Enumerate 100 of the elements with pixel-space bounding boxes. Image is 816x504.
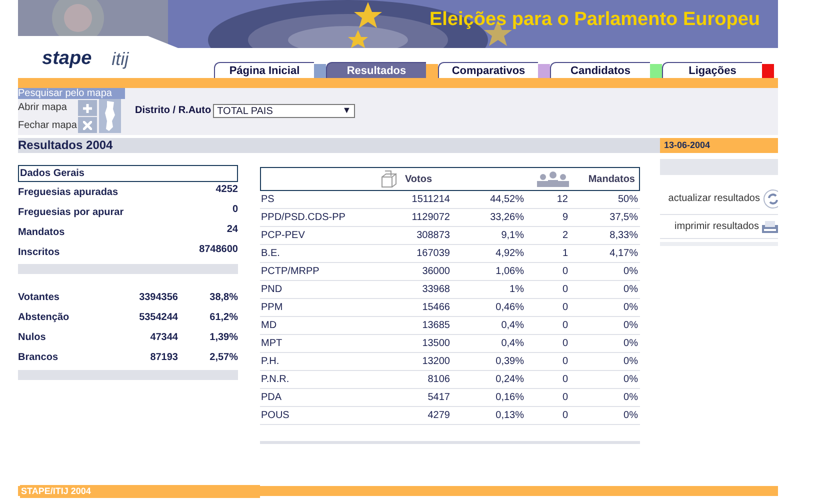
district-label: Distrito / R.Auto — [135, 104, 212, 118]
table-cell-text: 1 — [561, 247, 568, 261]
table-cell-text: 0,24% — [494, 373, 524, 387]
table-cell-text: 1511214 — [410, 193, 450, 207]
table-cell-text: 13685 — [421, 319, 450, 333]
plus-icon — [83, 104, 92, 112]
table-cell-text: 0 — [561, 337, 568, 351]
stat-label: Brancos — [18, 351, 60, 365]
table-cell-text: 0 — [561, 265, 568, 279]
table-cell-text: 36000 — [421, 265, 450, 279]
stat-percent: 61,2% — [208, 311, 238, 325]
refresh-results-link[interactable]: actualizar resultados — [668, 191, 760, 206]
column-header: Mandatos — [588, 172, 635, 186]
table-cell-text: 1,06% — [494, 265, 524, 279]
general-data-heading: Dados Gerais — [18, 165, 238, 182]
refresh-icon — [762, 188, 778, 208]
stat-label: Mandatos — [18, 226, 65, 240]
party-cell-text: POUS — [260, 409, 290, 423]
table-cell-text: 8,33% — [608, 229, 638, 243]
party-cell-text: P.N.R. — [260, 373, 290, 387]
table-cell-text: 9,1% — [500, 229, 524, 243]
people-icon — [537, 171, 570, 187]
stat-value: 5354244 — [138, 311, 178, 325]
table-cell-text: 0% — [622, 283, 638, 297]
table-cell-text: 44,52% — [489, 193, 524, 207]
table-cell-text: 0 — [561, 373, 568, 387]
party-cell-text: PPM — [260, 301, 284, 315]
map-icon — [99, 99, 121, 133]
stat-value: 4252 — [216, 183, 238, 197]
nav-tab[interactable]: Resultados — [326, 62, 426, 78]
table-cell-text: 4,17% — [608, 247, 638, 261]
close-icon — [83, 120, 92, 130]
table-cell-text: 37,5% — [608, 211, 638, 225]
stat-percent: 1,39% — [208, 331, 238, 345]
page-title: Eleições para o Parlamento Europeu — [430, 8, 760, 32]
table-cell-text: 12 — [556, 193, 568, 207]
party-cell-text: P.H. — [260, 355, 280, 369]
close-map-button[interactable] — [78, 117, 97, 133]
date-label: 13-06-2004 — [660, 138, 778, 153]
table-cell-text: 0 — [561, 355, 568, 369]
table-cell-text: 0% — [622, 355, 638, 369]
table-cell-text: 13500 — [421, 337, 450, 351]
stat-label: Inscritos — [18, 246, 60, 260]
nav-tab[interactable]: Comparativos — [438, 62, 538, 78]
party-cell-text: PDA — [260, 391, 283, 405]
table-cell-text: 0% — [622, 337, 638, 351]
table-cell-text: 33,26% — [489, 211, 524, 225]
party-cell-text: PCP-PEV — [260, 229, 306, 243]
stat-label: Nulos — [18, 331, 47, 345]
nav-tab[interactable]: Página Inicial — [214, 62, 314, 78]
stat-percent: 38,8% — [208, 291, 238, 305]
table-cell-text: 1129072 — [410, 211, 450, 225]
table-cell-text: 0% — [622, 373, 638, 387]
stat-label: Freguesias por apurar — [18, 206, 124, 220]
table-cell-text: 167039 — [416, 247, 450, 261]
party-cell-text: MPT — [260, 337, 284, 351]
table-cell-text: 0 — [561, 283, 568, 297]
stat-value: 8748600 — [199, 243, 238, 257]
stat-value: 0 — [232, 203, 238, 217]
table-cell-text: 15466 — [421, 301, 450, 315]
table-cell-text: 5417 — [426, 391, 450, 405]
party-cell-text: MD — [260, 319, 278, 333]
footer-text: STAPE/ITIJ 2004 — [20, 485, 260, 498]
stat-value: 3394356 — [138, 291, 178, 305]
stat-value: 47344 — [149, 331, 178, 345]
print-results-link[interactable]: imprimir resultados — [674, 219, 759, 234]
open-map-button[interactable] — [78, 100, 97, 116]
ballot-box-icon — [381, 170, 397, 188]
table-cell-text: 0,13% — [494, 409, 524, 423]
party-cell-text: PND — [260, 283, 284, 297]
table-cell-text: 0% — [622, 319, 638, 333]
stat-label: Abstenção — [18, 311, 70, 325]
table-cell-text: 0,39% — [494, 355, 524, 369]
nav-tab[interactable]: Ligações — [662, 62, 762, 78]
table-cell-text: 0% — [622, 391, 638, 405]
party-cell-text: B.E. — [260, 247, 281, 261]
table-cell-text: 8106 — [426, 373, 450, 387]
table-cell-text: 13200 — [421, 355, 450, 369]
printer-icon — [762, 220, 778, 232]
stat-value: 24 — [226, 223, 238, 237]
table-cell-text: 9 — [561, 211, 568, 225]
table-cell-text: 0 — [561, 409, 568, 423]
stat-percent: 2,57% — [208, 351, 238, 365]
stape-logo: stape — [42, 46, 92, 71]
district-dropdown[interactable]: TOTAL PAIS ▼ — [213, 104, 356, 118]
stat-label: Freguesias apuradas — [18, 186, 118, 200]
table-cell-text: 2 — [561, 229, 568, 243]
table-cell-text: 0% — [622, 301, 638, 315]
party-cell-text: PCTP/MRPP — [260, 265, 320, 279]
table-cell-text: 1% — [508, 283, 524, 297]
map-search-title: Pesquisar pelo mapa — [18, 88, 125, 99]
nav-tab[interactable]: Candidatos — [550, 62, 650, 78]
party-cell-text: PPD/PSD.CDS-PP — [260, 211, 346, 225]
table-cell-text: 4279 — [426, 409, 450, 423]
stat-value: 87193 — [149, 351, 178, 365]
table-cell-text: 4,92% — [494, 247, 524, 261]
column-header: Votos — [405, 172, 432, 186]
table-cell-text: 0,46% — [494, 301, 524, 315]
table-cell-text: 0% — [622, 409, 638, 423]
table-cell-text: 0,4% — [500, 319, 524, 333]
